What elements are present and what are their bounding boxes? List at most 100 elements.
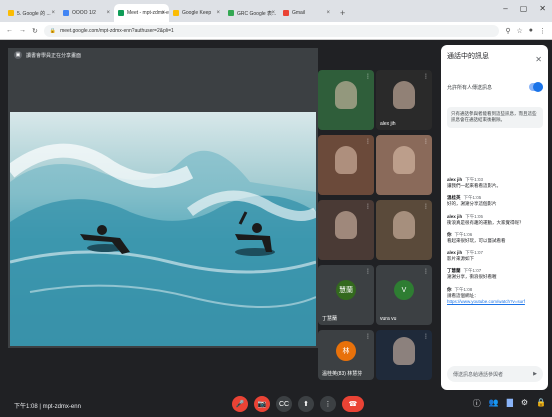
close-chat-icon[interactable]: ✕ <box>535 55 542 64</box>
chat-title: 通話中的訊息 <box>447 53 489 60</box>
chat-time: 下午1:05 <box>465 213 484 219</box>
presenter-bar: ▣ 讀書會學員正在分享畫面 <box>8 48 81 62</box>
back-icon[interactable]: ← <box>6 27 13 34</box>
participant-video-silhouette <box>335 211 357 240</box>
chat-message-body: 影片來源如下 <box>447 256 474 262</box>
chat-sender: 溫桂英 <box>447 195 461 201</box>
tab-close-icon[interactable]: × <box>106 10 110 16</box>
window-controls: – ▢ ✕ <box>503 4 546 13</box>
tile-options-icon[interactable]: ⋮ <box>423 203 429 210</box>
browser-tab[interactable]: Gmail × <box>279 4 334 22</box>
participant-tile[interactable]: 林 ⋮ 溫桂英(83) 林慧芬 <box>318 330 374 380</box>
chat-message: alex jih 下午1:07 影片來源如下 <box>447 250 543 262</box>
chat-sender: 丁慧蘭 <box>447 268 461 274</box>
participant-tile[interactable]: ⋮ <box>318 135 374 195</box>
chat-message: 丁慧蘭 下午1:07 謝謝分享，衝浪很好看喔 <box>447 268 543 280</box>
participant-tile[interactable]: 慧蘭 ⋮ 丁慧蘭 <box>318 265 374 325</box>
chat-time: 下午1:07 <box>465 250 484 256</box>
participant-video-silhouette <box>335 81 357 110</box>
activities-icon[interactable]: ⚙ <box>521 398 528 409</box>
browser-tab[interactable]: GRC Google 表... × <box>224 4 279 22</box>
extension-icon[interactable]: ⚲ <box>505 27 510 35</box>
tile-options-icon[interactable]: ⋮ <box>365 203 371 210</box>
send-icon[interactable]: ▶ <box>533 371 537 377</box>
tab-close-icon[interactable]: × <box>216 10 220 16</box>
chat-message-body: 讓我們一起來看看這影片。 <box>447 183 501 188</box>
participant-video-silhouette <box>393 337 415 365</box>
tab-favicon-icon <box>173 10 179 16</box>
profile-icon[interactable]: ● <box>529 27 533 35</box>
participant-tile[interactable]: ⋮ <box>318 200 374 260</box>
tile-options-icon[interactable]: ⋮ <box>365 138 371 145</box>
tile-options-icon[interactable]: ⋮ <box>423 333 429 340</box>
participant-name: vura vu <box>380 316 397 322</box>
tab-close-icon[interactable]: × <box>326 10 330 16</box>
host-controls-lock-icon[interactable]: 🔒 <box>536 398 546 409</box>
tile-options-icon[interactable]: ⋮ <box>365 73 371 80</box>
url-field[interactable]: 🔒 meet.google.com/mpt-zdmx-enn?authuser=… <box>43 24 500 37</box>
people-icon[interactable]: 👥 <box>489 398 499 409</box>
tile-options-icon[interactable]: ⋮ <box>423 138 429 145</box>
menu-icon[interactable]: ⋮ <box>539 27 546 35</box>
tab-label: Gmail <box>292 10 306 16</box>
chat-message-link[interactable]: https://www.youtube.com/watch?v=surf <box>447 299 543 305</box>
tab-close-icon[interactable]: × <box>51 10 55 16</box>
participant-tile[interactable]: ⋮ <box>318 70 374 130</box>
tile-options-icon[interactable]: ⋮ <box>423 73 429 80</box>
tab-close-icon[interactable]: × <box>271 10 275 16</box>
minimize-button[interactable]: – <box>503 4 507 13</box>
more-options-button[interactable]: ⋮ <box>320 396 336 412</box>
browser-tab[interactable]: Google Keep × <box>169 4 224 22</box>
info-icon[interactable]: ⓘ <box>473 398 481 409</box>
tab-favicon-icon <box>118 10 124 16</box>
tile-options-icon[interactable]: ⋮ <box>365 268 371 275</box>
chat-message: 你下午1:06 看起來很好玩，可以嘗試看看 <box>447 232 543 244</box>
participant-avatar: 慧蘭 <box>336 280 356 301</box>
participant-tile[interactable]: ⋮ <box>376 200 432 260</box>
participant-video-silhouette <box>393 211 415 240</box>
captions-button[interactable]: CC <box>276 396 292 412</box>
chat-messages: alex jih 下午1:03 讓我們一起來看看這影片。 溫桂英 下午1:05 好的，謝謝… <box>447 177 543 311</box>
lock-icon: 🔒 <box>49 27 57 34</box>
tab-favicon-icon <box>283 10 289 16</box>
present-button[interactable]: ⬆ <box>298 396 314 412</box>
end-call-button[interactable]: ☎ <box>342 396 364 412</box>
side-controls: ⓘ 👥 ▇ ⚙ 🔒 <box>473 398 546 409</box>
chat-input[interactable]: 傳送訊息給通話參與者 ▶ <box>447 366 543 382</box>
participant-tile[interactable]: ⋮ alex jih <box>376 70 432 130</box>
forward-icon[interactable]: → <box>19 27 26 34</box>
browser-tab[interactable]: Meet - mpt-zdmx-enn× <box>114 4 169 22</box>
new-tab-button[interactable]: + <box>334 8 345 22</box>
participant-name: 溫桂英(83) 林慧芬 <box>322 371 363 377</box>
browser-tab[interactable]: OOOO 1/2 × <box>59 4 114 22</box>
tab-close-icon[interactable]: × <box>161 10 165 16</box>
bookmark-star-icon[interactable]: ☆ <box>516 27 522 35</box>
chat-input-placeholder: 傳送訊息給通話參與者 <box>453 371 504 378</box>
tab-label: GRC Google 表... <box>237 10 277 17</box>
tile-options-icon[interactable]: ⋮ <box>365 333 371 340</box>
participant-tile[interactable]: V ⋮ vura vu <box>376 265 432 325</box>
chat-message-body: 謝謝分享，衝浪很好看喔 <box>447 274 497 280</box>
reload-icon[interactable]: ↻ <box>32 27 38 35</box>
chat-message-body: 衝浪真是很有趣的運動，大家覺得呢？ <box>447 219 524 225</box>
tile-options-icon[interactable]: ⋮ <box>423 268 429 275</box>
chat-icon[interactable]: ▇ <box>507 398 513 409</box>
chat-sender: 你 <box>447 286 452 292</box>
allow-messages-toggle[interactable] <box>529 82 543 92</box>
camera-button[interactable]: 📷 <box>254 396 270 412</box>
browser-tab-bar: 5. Google 的 ... × OOOO 1/2 × Meet - mpt-zdmx… <box>0 0 552 22</box>
presenter-avatar-icon: ▣ <box>14 51 22 59</box>
chat-message: 你下午1:08 請看這個網址： https://www.youtube.com/wa… <box>447 287 543 306</box>
allow-messages-label: 允許所有人傳送訊息 <box>447 84 493 91</box>
chat-time: 下午1:07 <box>463 268 482 274</box>
participant-tile[interactable]: ⋮ <box>376 135 432 195</box>
mic-button[interactable]: 🎤 <box>232 396 248 412</box>
chat-sender: alex jih <box>447 177 463 182</box>
info-separator: | <box>39 404 41 410</box>
participant-tile[interactable]: ⋮ <box>376 330 432 380</box>
meeting-time: 下午1:08 <box>14 404 38 410</box>
maximize-button[interactable]: ▢ <box>520 4 528 13</box>
surf-scene <box>10 143 316 346</box>
close-window-button[interactable]: ✕ <box>539 4 546 13</box>
browser-tab[interactable]: 5. Google 的 ... × <box>4 4 59 22</box>
